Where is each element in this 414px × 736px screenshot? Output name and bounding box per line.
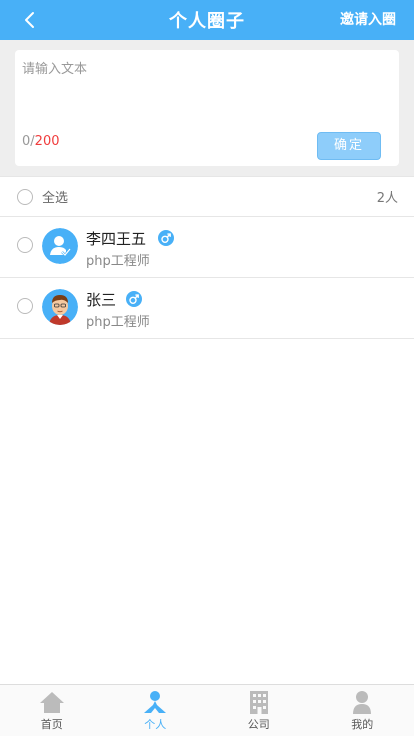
- tab-label: 个人: [144, 718, 167, 731]
- char-count-max: 200: [34, 134, 60, 149]
- char-counter: 0/200: [22, 134, 60, 149]
- user-icon: [353, 691, 372, 714]
- person-icon: [144, 691, 167, 713]
- member-row[interactable]: 张三 php工程师: [0, 278, 414, 339]
- male-icon: [126, 291, 142, 307]
- tab-label: 首页: [40, 718, 63, 731]
- tab-mine[interactable]: 我的: [311, 685, 414, 736]
- page-title: 个人圈子: [169, 11, 245, 32]
- text-input-placeholder: 请输入文本: [22, 62, 88, 77]
- select-all-row[interactable]: 全选 2人: [0, 176, 414, 217]
- member-select-radio[interactable]: [17, 237, 33, 253]
- cartoon-man-avatar-icon: [42, 289, 78, 325]
- composer-area: 请输入文本 0/200 确定: [0, 40, 414, 176]
- bottom-tab-bar: 首页 个人 公司 我的: [0, 684, 414, 736]
- tab-label: 我的: [351, 718, 374, 731]
- select-all-label: 全选: [42, 191, 69, 206]
- text-input[interactable]: 请输入文本 0/200 确定: [15, 50, 399, 166]
- member-role: php工程师: [86, 315, 150, 330]
- male-icon: [158, 230, 174, 246]
- select-all-radio[interactable]: [17, 188, 33, 205]
- member-count: 2人: [376, 191, 398, 206]
- tab-label: 公司: [247, 718, 270, 731]
- chevron-left-icon: [25, 12, 34, 28]
- invite-to-circle-button[interactable]: 邀请入圈: [340, 0, 396, 40]
- member-name: 李四王五: [86, 230, 147, 248]
- member-select-radio[interactable]: [17, 298, 33, 314]
- member-role: php工程师: [86, 254, 150, 269]
- tab-company[interactable]: 公司: [207, 685, 311, 736]
- default-user-avatar-icon: [42, 228, 78, 264]
- tab-home[interactable]: 首页: [0, 685, 104, 736]
- building-icon: [249, 691, 268, 714]
- back-button[interactable]: [10, 0, 50, 40]
- member-row[interactable]: 李四王五 php工程师: [0, 217, 414, 278]
- home-icon: [39, 692, 64, 713]
- confirm-button[interactable]: 确定: [317, 132, 381, 160]
- member-name: 张三: [86, 291, 117, 309]
- header-bar: 个人圈子 邀请入圈: [0, 0, 414, 40]
- tab-personal[interactable]: 个人: [104, 685, 208, 736]
